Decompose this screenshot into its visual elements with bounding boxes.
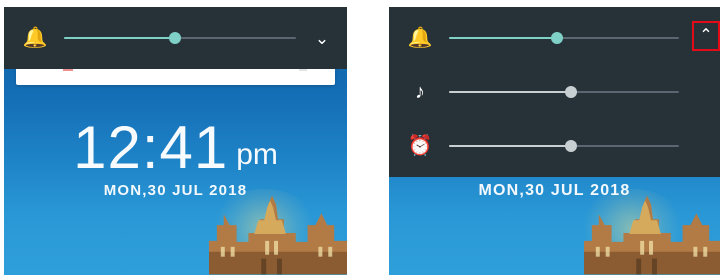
lock-screen-expanded-volume: 🔔 ⌃ ♪ ⏰ MON,30 JUL 2018 [389,7,720,275]
music-note-icon: ♪ [415,81,425,103]
lock-screen-clock: 12:41 pm [4,110,347,178]
alarm-volume-thumb[interactable] [564,140,577,152]
alarm-volume-slider[interactable] [449,140,679,152]
media-volume-fill [449,91,571,93]
ringer-volume-row: 🔔 ⌃ [389,11,720,65]
google-logo-fragment [63,69,73,71]
ringer-volume-row: 🔔 ⌄ [4,11,347,65]
media-volume-slider[interactable] [449,86,679,98]
ringer-volume-fill [449,37,558,39]
ringer-volume-fill [64,37,176,39]
ringer-volume-thumb[interactable] [551,32,564,44]
alarm-clock-icon: ⏰ [407,135,433,157]
search-bar-edge[interactable] [16,69,335,85]
microphone-icon-fragment [299,69,307,71]
tower-bridge-svg [584,195,720,275]
alarm-volume-fill [449,145,571,147]
clock-ampm: pm [236,138,278,171]
tower-bridge-illustration [209,195,347,275]
media-volume-row: ♪ [389,65,720,119]
clock-time: 12:41 [73,114,229,181]
ringer-volume-slider[interactable] [64,32,296,44]
bell-icon: 🔔 [407,27,433,49]
tower-bridge-illustration [584,195,720,275]
expanded-volume-panel: 🔔 ⌃ ♪ ⏰ [389,7,720,177]
alarm-volume-row: ⏰ [389,119,720,173]
collapsed-volume-panel: 🔔 ⌄ [4,7,347,69]
lock-screen-date: MON,30 JUL 2018 [478,182,631,199]
chevron-down-icon[interactable]: ⌄ [309,25,335,51]
lock-screen-collapsed-volume: 🔔 ⌄ 12:41 pm MON,30 JUL 2018 [4,7,347,275]
media-volume-thumb[interactable] [564,86,577,98]
ringer-volume-slider[interactable] [449,32,679,44]
ringer-volume-thumb[interactable] [169,32,182,44]
chevron-up-icon[interactable]: ⌃ [692,21,720,51]
tower-bridge-svg [209,195,347,275]
bell-icon: 🔔 [22,27,48,49]
comparison-screenshot: 🔔 ⌄ 12:41 pm MON,30 JUL 2018 🔔 ⌃ ♪ ⏰ MON… [0,0,724,275]
lock-screen-date: MON,30 JUL 2018 [103,182,248,199]
